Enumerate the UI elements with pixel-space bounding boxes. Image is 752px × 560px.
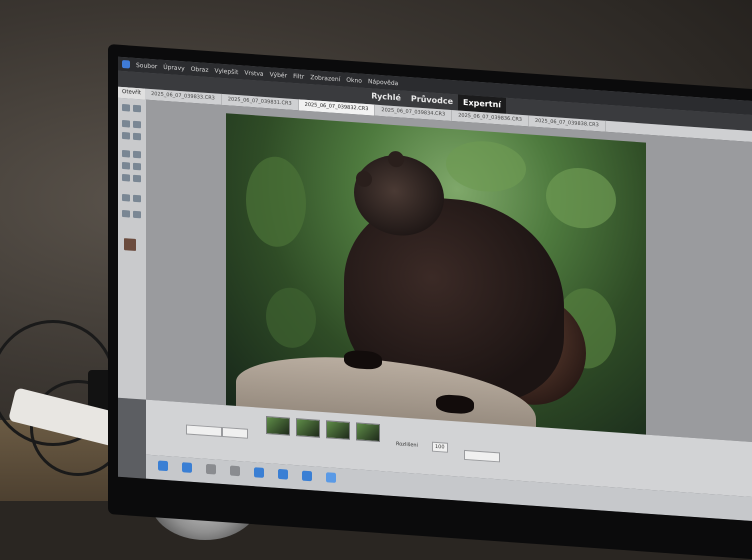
- eraser-tool-icon[interactable]: [122, 173, 130, 182]
- size-field[interactable]: [186, 424, 222, 437]
- toolbox: [118, 97, 146, 400]
- magic-wand-tool-icon[interactable]: [133, 132, 141, 141]
- menu-item-napoveda[interactable]: Nápověda: [368, 78, 398, 87]
- layout-icon[interactable]: [278, 468, 288, 480]
- canvas-area: [146, 99, 752, 444]
- brush-tool-icon[interactable]: [133, 162, 141, 171]
- wolverine-ear: [388, 150, 404, 168]
- marquee-tool-icon[interactable]: [133, 120, 141, 129]
- lasso-tool-icon[interactable]: [122, 131, 130, 140]
- foliage: [446, 138, 526, 195]
- preset-thumbnail[interactable]: [356, 422, 380, 443]
- units-dropdown[interactable]: [464, 449, 500, 463]
- menu-item-vrstva[interactable]: Vrstva: [244, 69, 263, 77]
- pencil-tool-icon[interactable]: [133, 194, 141, 203]
- app-logo-icon: [122, 59, 130, 69]
- type-tool-icon[interactable]: [122, 193, 130, 202]
- preset-thumbnail[interactable]: [266, 416, 290, 436]
- resolution-field[interactable]: 100: [432, 441, 448, 453]
- resolution-label: Rozlišení: [396, 441, 418, 449]
- menu-item-obraz[interactable]: Obraz: [191, 65, 209, 73]
- crop-tool-icon[interactable]: [122, 209, 130, 218]
- screen: Soubor Úpravy Obraz Vylepšit Vrstva Výbě…: [118, 56, 752, 523]
- color-swatch-icon[interactable]: [124, 238, 136, 251]
- menu-item-filtr[interactable]: Filtr: [293, 72, 304, 80]
- undo-icon[interactable]: [206, 463, 216, 475]
- size-field[interactable]: [222, 426, 248, 439]
- zoom-tool-icon[interactable]: [122, 103, 130, 112]
- photo-bin-icon[interactable]: [158, 460, 168, 472]
- eye-tool-icon[interactable]: [122, 149, 130, 158]
- wolverine-photo[interactable]: [226, 113, 646, 443]
- move-tool-icon[interactable]: [122, 119, 130, 128]
- fill-tool-icon[interactable]: [133, 174, 141, 183]
- menu-item-vylepsit[interactable]: Vylepšit: [215, 67, 239, 76]
- redo-icon[interactable]: [230, 465, 240, 477]
- preset-thumbnail[interactable]: [296, 418, 320, 438]
- menu-item-vyber[interactable]: Výběr: [270, 71, 287, 79]
- rotate-icon[interactable]: [254, 467, 264, 478]
- hand-tool-icon[interactable]: [133, 104, 141, 113]
- shape-tool-icon[interactable]: [133, 210, 141, 219]
- menu-item-soubor[interactable]: Soubor: [136, 61, 157, 69]
- organizer-icon[interactable]: [302, 470, 312, 482]
- monitor: Soubor Úpravy Obraz Vylepšit Vrstva Výbě…: [108, 44, 752, 560]
- foliage: [266, 286, 316, 350]
- share-icon[interactable]: [326, 472, 336, 483]
- tool-options-icon[interactable]: [182, 462, 192, 473]
- wolverine-ear: [356, 170, 372, 188]
- foliage: [246, 154, 306, 249]
- menu-item-zobrazeni[interactable]: Zobrazení: [310, 74, 340, 83]
- foliage: [546, 165, 616, 231]
- spot-heal-tool-icon[interactable]: [133, 150, 141, 159]
- menu-item-upravy[interactable]: Úpravy: [163, 63, 184, 72]
- menu-item-okno[interactable]: Okno: [346, 76, 362, 84]
- preset-thumbnail[interactable]: [326, 420, 350, 440]
- clone-stamp-tool-icon[interactable]: [122, 161, 130, 170]
